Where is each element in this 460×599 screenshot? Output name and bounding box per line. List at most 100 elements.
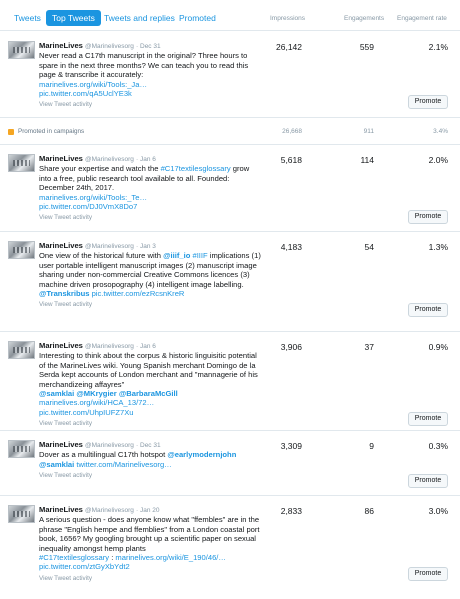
promoted-label: Promoted in campaigns	[18, 128, 85, 135]
engagements-value: 114	[360, 155, 374, 165]
engagements-value: 9	[369, 441, 374, 451]
impressions-value: 4,183	[280, 242, 302, 252]
tweet-row: MarineLives @Marinelivesorg · Jan 20 A s…	[0, 497, 460, 596]
tweet-text: Never read a C17th manuscript in the ori…	[39, 51, 249, 80]
tweet-author-name[interactable]: MarineLives	[39, 41, 83, 50]
engagements-value: 37	[364, 342, 374, 352]
engagement-rate-value: 2.0%	[428, 155, 448, 165]
view-tweet-activity-link[interactable]: View Tweet activity	[39, 213, 261, 222]
avatar[interactable]	[8, 241, 35, 259]
tweet-author-handle[interactable]: @Marinelivesorg	[85, 507, 134, 514]
tweet-mention[interactable]: @samklai	[39, 389, 74, 398]
tweet-hashtag[interactable]: #C17textilesglossary	[161, 164, 231, 173]
engagements-value: 86	[364, 506, 374, 516]
tweet-text: A serious question - does anyone know wh…	[39, 515, 260, 553]
tweet-author-name[interactable]: MarineLives	[39, 241, 83, 250]
tweet-author-name[interactable]: MarineLives	[39, 440, 83, 449]
engagements-value: 559	[359, 42, 374, 52]
tab-tweets-and-replies[interactable]: Tweets and replies	[98, 10, 181, 26]
tweet-pic-link[interactable]: pic.twitter.com/DJ0VmX8Do7	[39, 202, 137, 211]
engagement-rate-value: 2.1%	[428, 42, 448, 52]
avatar[interactable]	[8, 505, 35, 523]
tweet-row: MarineLives @Marinelivesorg · Dec 31 Nev…	[0, 33, 460, 118]
tweet-mention[interactable]: @Transkribus	[39, 289, 89, 298]
tweet-author-name[interactable]: MarineLives	[39, 341, 83, 350]
view-tweet-activity-link[interactable]: View Tweet activity	[39, 574, 261, 583]
tweet-author-name[interactable]: MarineLives	[39, 505, 83, 514]
promoted-in-campaigns-row: Promoted in campaigns 26,668 911 3.4%	[0, 119, 460, 145]
tweet-link[interactable]: marinelives.org/wiki/Tools:_Te…	[39, 193, 147, 202]
tweet-content: MarineLives @Marinelivesorg · Jan 6 Shar…	[39, 154, 261, 223]
tweet-content: MarineLives @Marinelivesorg · Jan 3 One …	[39, 241, 261, 310]
promote-button[interactable]: Promote	[408, 412, 448, 426]
impressions-value: 2,833	[280, 506, 302, 516]
tweet-hashtag[interactable]: #IIIF	[192, 251, 207, 260]
engagement-rate-value: 1.3%	[428, 242, 448, 252]
avatar[interactable]	[8, 41, 35, 59]
tweet-pic-link[interactable]: pic.twitter.com/ztGyXbYdt2	[39, 562, 130, 571]
impressions-value: 26,142	[276, 42, 302, 52]
promote-button[interactable]: Promote	[408, 474, 448, 488]
tweet-mention[interactable]: @MKrygier	[76, 389, 116, 398]
tweet-date[interactable]: · Dec 31	[136, 43, 161, 50]
tweet-author-handle[interactable]: @Marinelivesorg	[85, 43, 134, 50]
tweet-mention[interactable]: @earlymodernjohn	[167, 450, 236, 459]
view-tweet-activity-link[interactable]: View Tweet activity	[39, 300, 261, 309]
tweet-author-name[interactable]: MarineLives	[39, 154, 83, 163]
tweet-author-handle[interactable]: @Marinelivesorg	[85, 343, 134, 350]
tweet-link[interactable]: twitter.com/Marinelivesorg…	[76, 460, 171, 469]
column-header-impressions: Impressions	[270, 15, 306, 22]
avatar[interactable]	[8, 154, 35, 172]
promote-button[interactable]: Promote	[408, 567, 448, 581]
tweet-date[interactable]: · Dec 31	[136, 442, 161, 449]
view-tweet-activity-link[interactable]: View Tweet activity	[39, 419, 261, 428]
promoted-impressions-value: 26,668	[282, 128, 302, 135]
promote-button[interactable]: Promote	[408, 95, 448, 109]
tweet-hashtag[interactable]: #C17textilesglossary	[39, 553, 109, 562]
tweet-content: MarineLives @Marinelivesorg · Jan 6 Inte…	[39, 341, 261, 429]
tweet-mention[interactable]: @samklai	[39, 460, 74, 469]
tweet-mention[interactable]: @BarbaraMcGill	[119, 389, 178, 398]
tweet-link[interactable]: marinelives.org/wiki/E_190/46/…	[115, 553, 226, 562]
promoted-icon	[8, 129, 14, 135]
impressions-value: 3,906	[280, 342, 302, 352]
tab-top-tweets[interactable]: Top Tweets	[46, 10, 101, 26]
tweet-text: Share your expertise and watch the	[39, 164, 161, 174]
tweet-author-handle[interactable]: @Marinelivesorg	[85, 442, 134, 449]
tweet-text: Interesting to think about the corpus & …	[39, 351, 258, 389]
promoted-engagements-value: 911	[363, 128, 374, 135]
tweet-date[interactable]: · Jan 20	[136, 507, 160, 514]
tweet-link[interactable]: marinelives.org/wiki/HCA_13/72…	[39, 398, 154, 407]
promote-button[interactable]: Promote	[408, 303, 448, 317]
promote-button[interactable]: Promote	[408, 210, 448, 224]
tweet-date[interactable]: · Jan 6	[136, 343, 156, 350]
tweet-row: MarineLives @Marinelivesorg · Jan 6 Inte…	[0, 333, 460, 431]
column-header-engagement-rate: Engagement rate	[397, 15, 447, 22]
engagement-rate-value: 3.0%	[428, 506, 448, 516]
tweet-content: MarineLives @Marinelivesorg · Dec 31 Nev…	[39, 41, 261, 110]
impressions-value: 3,309	[280, 441, 302, 451]
tab-tweets[interactable]: Tweets	[8, 10, 47, 26]
tab-bar: Tweets Top Tweets Tweets and replies Pro…	[0, 0, 460, 31]
tweet-pic-link[interactable]: pic.twitter.com/qA5UclYE3k	[39, 89, 132, 98]
tweet-link[interactable]: marinelives.org/wiki/Tools:_Ja…	[39, 80, 147, 89]
avatar[interactable]	[8, 341, 35, 359]
tweet-text: One view of the historical future with	[39, 251, 164, 261]
tweet-pic-link[interactable]: pic.twitter.com/ezRcsnKreR	[92, 289, 185, 298]
tweet-mention[interactable]: @iiif_io	[163, 251, 190, 260]
engagement-rate-value: 0.3%	[428, 441, 448, 451]
view-tweet-activity-link[interactable]: View Tweet activity	[39, 471, 261, 480]
tweet-pic-link[interactable]: pic.twitter.com/UhpIUFZ7Xu	[39, 408, 134, 417]
avatar[interactable]	[8, 440, 35, 458]
tweet-author-handle[interactable]: @Marinelivesorg	[85, 243, 134, 250]
tweet-date[interactable]: · Jan 3	[136, 243, 156, 250]
tweet-row: MarineLives @Marinelivesorg · Jan 3 One …	[0, 233, 460, 332]
view-tweet-activity-link[interactable]: View Tweet activity	[39, 100, 261, 109]
engagement-rate-value: 0.9%	[428, 342, 448, 352]
impressions-value: 5,618	[280, 155, 302, 165]
tweet-author-handle[interactable]: @Marinelivesorg	[85, 156, 134, 163]
promoted-rate-value: 3.4%	[433, 128, 448, 135]
tab-promoted[interactable]: Promoted	[173, 10, 222, 26]
tweet-row: MarineLives @Marinelivesorg · Jan 6 Shar…	[0, 146, 460, 232]
tweet-date[interactable]: · Jan 6	[136, 156, 156, 163]
